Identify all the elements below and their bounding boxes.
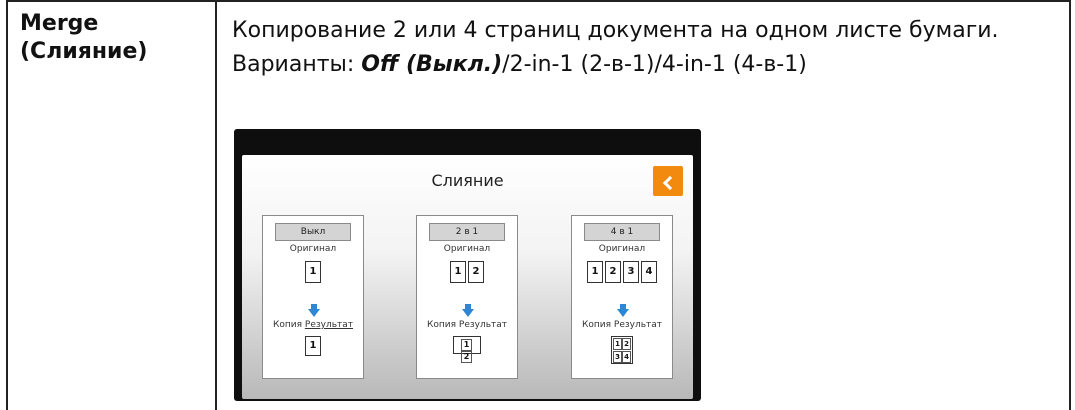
- result-pages: 12: [417, 336, 517, 363]
- description-tail: /2-in-1 (2-в-1)/4-in-1 (4-в-1): [502, 52, 807, 77]
- page-icon: 1: [305, 261, 321, 283]
- page-icon: 3: [623, 261, 639, 283]
- option-button-2in1[interactable]: 2 в 1: [429, 223, 505, 241]
- result-pages: 1 23 4: [572, 336, 672, 364]
- page-icon: 2: [468, 261, 484, 283]
- mini-page-icon: 2: [622, 338, 631, 350]
- original-pages: 12: [417, 261, 517, 283]
- description-text: Копирование 2 или 4 страниц документа на…: [232, 14, 1052, 82]
- mini-page-icon: 2: [461, 351, 472, 363]
- result-label: Результат: [458, 320, 508, 330]
- copy-result-label: Копия Результат: [263, 320, 363, 330]
- panel-title: Слияние: [431, 171, 504, 190]
- mini-page-icon: 1: [613, 338, 622, 350]
- description-cell: Копирование 2 или 4 страниц документа на…: [216, 0, 1071, 410]
- description-default-option: Off (Выкл.): [361, 52, 503, 77]
- term-title: Merge (Слияние): [20, 10, 147, 66]
- option-card-off[interactable]: Выкл Оригинал 1 Копия Результат 1: [262, 215, 364, 379]
- original-label: Оригинал: [289, 244, 337, 254]
- arrow-down-icon: [462, 304, 474, 318]
- result-label: Результат: [304, 320, 354, 330]
- page-icon: 1: [587, 261, 603, 283]
- mini-page-icon: 4: [622, 351, 631, 363]
- term-title-ru: (Слияние): [20, 39, 148, 64]
- original-pages: 1: [263, 261, 363, 283]
- mini-page-icon: 3: [613, 351, 622, 363]
- term-title-en: Merge: [20, 11, 99, 36]
- copy-label: Копия: [426, 320, 457, 330]
- result-label: Результат: [613, 320, 663, 330]
- device-screen: Слияние Выкл Оригинал 1 Копия Результат …: [234, 129, 701, 401]
- original-label: Оригинал: [443, 244, 491, 254]
- page-icon: 1: [450, 261, 466, 283]
- copy-result-label: Копия Результат: [572, 320, 672, 330]
- page-icon: 4: [641, 261, 657, 283]
- option-button-4in1[interactable]: 4 в 1: [584, 223, 660, 241]
- result-sheet-icon: 12: [453, 336, 481, 363]
- page-icon: 2: [605, 261, 621, 283]
- option-card-2in1[interactable]: 2 в 1 Оригинал 12 Копия Результат 12: [416, 215, 518, 379]
- back-button[interactable]: [653, 166, 683, 196]
- term-cell: Merge (Слияние): [6, 0, 217, 410]
- option-card-4in1[interactable]: 4 в 1 Оригинал 1234 Копия Результат 1 23 4: [571, 215, 673, 379]
- arrow-down-icon: [617, 304, 629, 318]
- copy-result-label: Копия Результат: [417, 320, 517, 330]
- copy-label: Копия: [581, 320, 612, 330]
- result-sheet-icon: 1 23 4: [611, 336, 633, 364]
- result-pages: 1: [263, 336, 363, 356]
- arrow-down-icon: [308, 304, 320, 318]
- mini-page-icon: 1: [461, 339, 472, 351]
- original-pages: 1234: [572, 261, 672, 283]
- option-button-off[interactable]: Выкл: [275, 223, 351, 241]
- result-page-icon: 1: [305, 336, 321, 356]
- copy-label: Копия: [272, 320, 303, 330]
- original-label: Оригинал: [598, 244, 646, 254]
- merge-panel: Слияние Выкл Оригинал 1 Копия Результат …: [242, 155, 693, 399]
